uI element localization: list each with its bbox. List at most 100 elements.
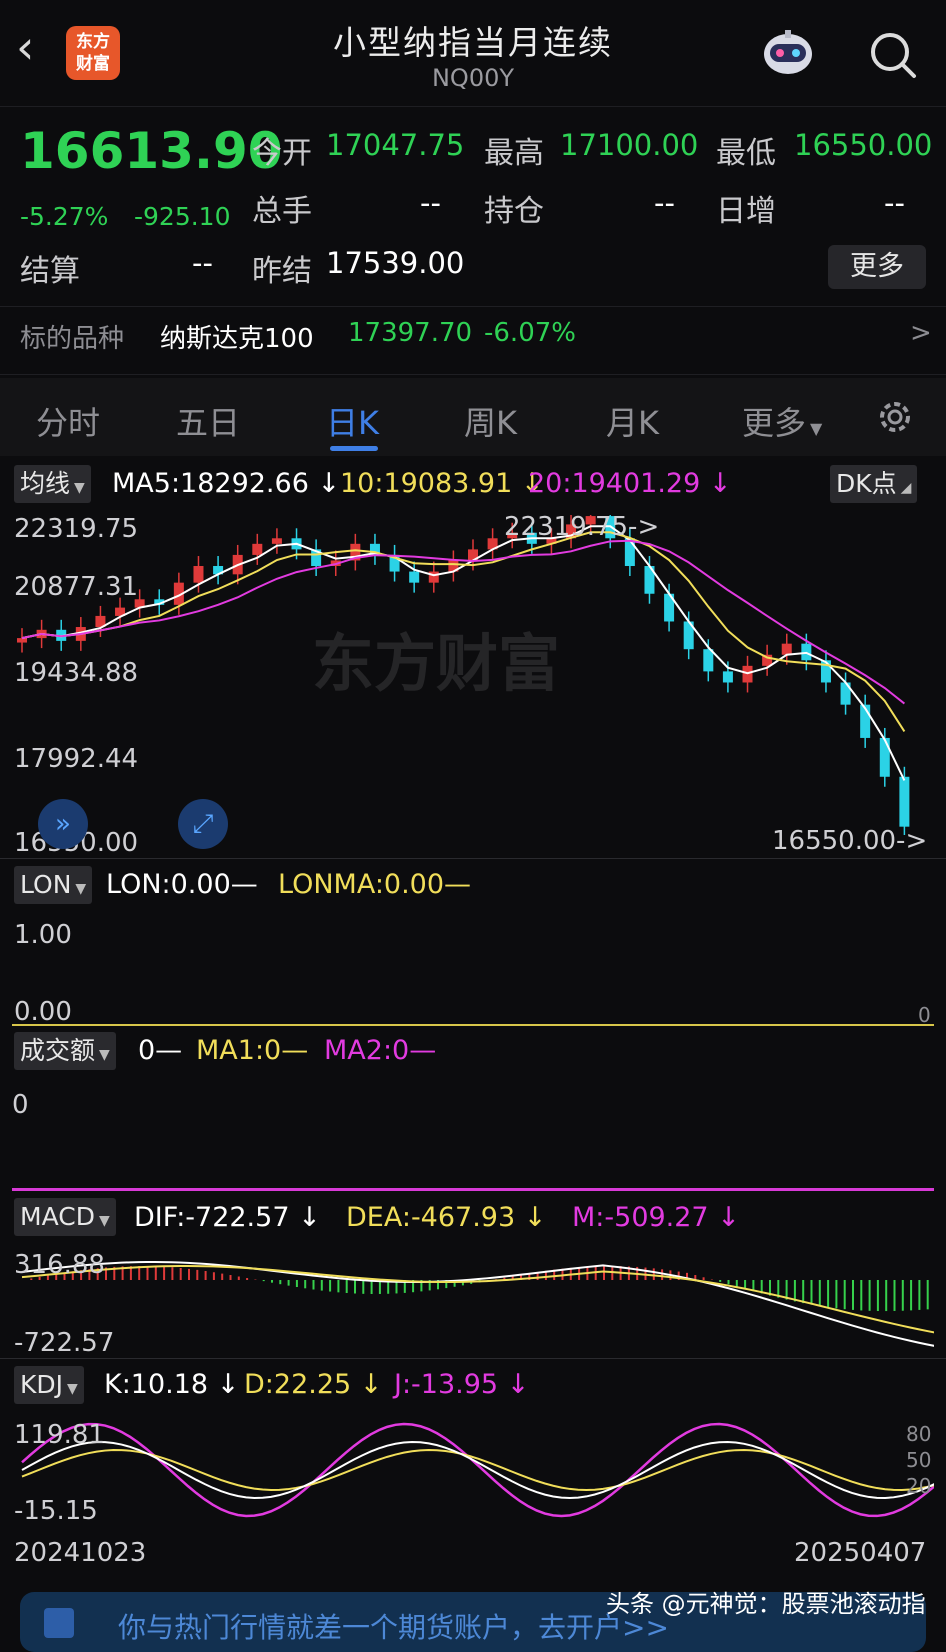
macd-histogram-bar <box>877 1280 879 1311</box>
candle-body <box>17 638 27 642</box>
robot-assistant-icon[interactable] <box>758 26 818 80</box>
dropdown-triangle-icon: ▼ <box>75 881 86 897</box>
source-watermark: 头条 @元神觉：股票池滚动指 <box>606 1584 926 1619</box>
macd-histogram-bar <box>827 1280 829 1307</box>
ma-indicator-selector[interactable]: 均线▼ <box>14 465 91 503</box>
macd-histogram-bar <box>736 1280 738 1287</box>
macd-histogram-bar <box>279 1280 281 1284</box>
tab-monthly-k[interactable]: 月K <box>606 398 659 444</box>
kdj-ref-20: 20 <box>906 1474 931 1498</box>
macd-histogram-bar <box>653 1268 655 1280</box>
lon-indicator-selector[interactable]: LON▼ <box>14 866 92 904</box>
y-tick-4: 17992.44 <box>14 744 138 774</box>
lon-indicator-label: LON <box>20 870 71 899</box>
settings-gear-icon[interactable] <box>874 396 916 438</box>
active-tab-indicator <box>330 446 378 451</box>
y-tick-1: 22319.75 <box>14 514 138 544</box>
turnover-line <box>12 1188 934 1191</box>
underlying-change: -6.07% <box>484 318 576 348</box>
open-label: 今开 <box>252 128 312 172</box>
kdj-ref-80: 80 <box>906 1422 931 1446</box>
ma20-value: 20:19401.29 ↓ <box>528 468 732 499</box>
settlement-value: -- <box>192 246 213 280</box>
tab-more-label: 更多 <box>742 404 806 442</box>
banner-text[interactable]: 你与热门行情就差一个期货账户，去开户>> <box>118 1606 669 1646</box>
dk-point-button[interactable]: DK点◢ <box>830 465 917 503</box>
macd-histogram-bar <box>603 1266 605 1280</box>
macd-histogram-bar <box>213 1272 215 1280</box>
underlying-name[interactable]: 纳斯达克100 <box>160 318 314 355</box>
search-icon[interactable] <box>866 28 920 82</box>
turnover-indicator-selector[interactable]: 成交额▼ <box>14 1032 116 1070</box>
macd-histogram-bar <box>221 1274 223 1280</box>
macd-histogram-bar <box>271 1280 273 1283</box>
underlying-arrow-icon[interactable]: > <box>910 318 932 348</box>
kdj-k-text: K:10.18 <box>104 1369 208 1400</box>
dropdown-triangle-icon: ▼ <box>810 419 822 438</box>
kdj-d-value: D:22.25 ↓ <box>244 1369 382 1400</box>
candle-body <box>193 566 203 583</box>
change-percent: -5.27% <box>20 202 108 231</box>
macd-y-top: 316.88 <box>14 1250 105 1280</box>
candlestick-chart[interactable]: 东方财富 <box>12 505 934 845</box>
corner-triangle-icon: ◢ <box>901 480 912 496</box>
tab-intraday[interactable]: 分时 <box>36 398 100 444</box>
dk-point-label: DK点 <box>836 469 897 498</box>
underlying-label: 标的品种 <box>20 318 124 355</box>
y-tick-3: 19434.88 <box>14 658 138 688</box>
kdj-j-text: J:-13.95 <box>394 1369 498 1400</box>
macd-histogram-bar <box>313 1280 315 1290</box>
kdj-ref-50: 50 <box>906 1448 931 1472</box>
macd-histogram-bar <box>230 1275 232 1280</box>
candle-body <box>272 538 282 544</box>
tab-daily-k[interactable]: 日K <box>326 398 379 444</box>
turnover-y-tick: 0 <box>12 1090 29 1120</box>
macd-histogram-bar <box>246 1278 248 1280</box>
kdj-y-top: 119.81 <box>14 1420 105 1450</box>
tab-more[interactable]: 更多▼ <box>742 398 822 444</box>
macd-histogram-bar <box>337 1280 339 1292</box>
macd-histogram-bar <box>811 1280 813 1305</box>
macd-dif-value: DIF:-722.57 ↓ <box>134 1202 321 1233</box>
macd-histogram-bar <box>362 1280 364 1294</box>
kdj-indicator-label: KDJ <box>20 1370 63 1399</box>
tab-five-day[interactable]: 五日 <box>176 398 240 444</box>
macd-histogram-bar <box>894 1280 896 1311</box>
macd-dea-value: DEA:-467.93 ↓ <box>346 1202 546 1233</box>
macd-histogram-bar <box>180 1268 182 1280</box>
macd-histogram-bar <box>819 1280 821 1306</box>
open-value: 17047.75 <box>326 128 464 162</box>
lonma-value: LONMA:0.00— <box>278 869 471 900</box>
macd-histogram-bar <box>263 1280 265 1281</box>
macd-histogram-bar <box>835 1280 837 1308</box>
divider <box>0 1358 946 1359</box>
candle-body <box>703 649 713 671</box>
kdj-d-text: D:22.25 <box>244 1369 351 1400</box>
macd-histogram-bar <box>794 1280 796 1301</box>
kdj-j-value: J:-13.95 ↓ <box>394 1369 529 1400</box>
macd-indicator-selector[interactable]: MACD▼ <box>14 1198 116 1236</box>
macd-chart <box>12 1240 934 1360</box>
expand-panel-icon[interactable]: » <box>38 799 88 849</box>
macd-histogram-bar <box>205 1271 207 1280</box>
kdj-chart <box>12 1410 934 1530</box>
macd-histogram-bar <box>719 1280 721 1282</box>
tab-weekly-k[interactable]: 周K <box>464 398 517 444</box>
kdj-indicator-selector[interactable]: KDJ▼ <box>14 1366 84 1404</box>
candle-body <box>899 777 909 827</box>
ma5-value: MA5:18292.66 ↓ <box>112 468 340 499</box>
prev-settlement-label: 昨结 <box>252 246 312 290</box>
change-amount: -925.10 <box>134 202 231 231</box>
lon-y-top: 1.00 <box>14 920 72 950</box>
candle-body <box>409 572 419 583</box>
dropdown-triangle-icon: ▼ <box>99 1047 110 1063</box>
macd-histogram-bar <box>852 1280 854 1310</box>
more-button[interactable]: 更多 <box>828 245 926 289</box>
low-label: 最低 <box>716 128 776 172</box>
fullscreen-icon[interactable]: ⤢ <box>178 799 228 849</box>
macd-histogram-bar <box>918 1280 920 1310</box>
ma5-text: MA5:18292.66 <box>112 468 309 499</box>
dropdown-triangle-icon: ▼ <box>67 1381 78 1397</box>
kdj-j-line <box>22 1424 934 1516</box>
macd-histogram-bar <box>171 1267 173 1280</box>
